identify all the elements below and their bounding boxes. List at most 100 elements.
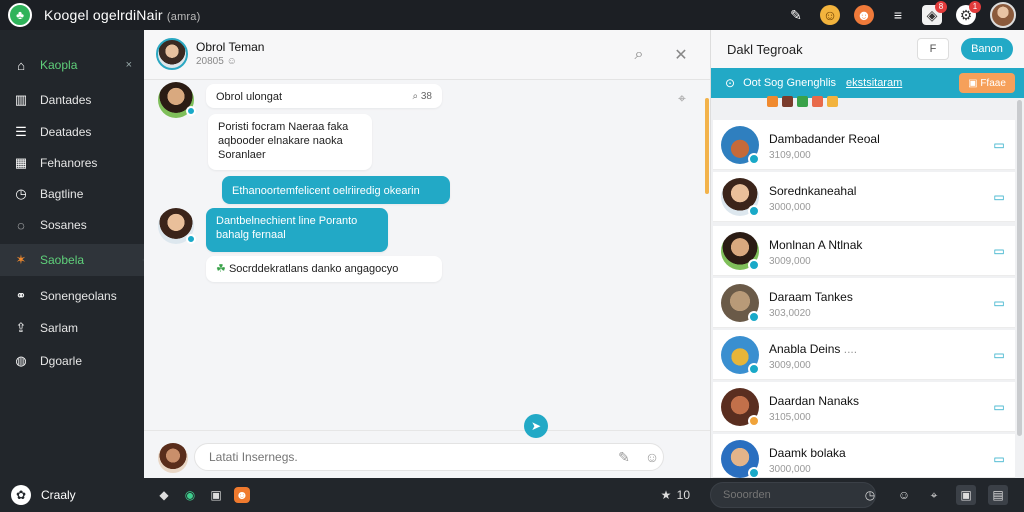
user-avatar[interactable] — [990, 2, 1016, 28]
emoji-row — [767, 96, 838, 107]
sidebar-item-label: Sosanes — [40, 218, 87, 232]
video-icon[interactable]: ▭ — [991, 244, 1007, 258]
gift-icon[interactable]: ☻ — [234, 487, 250, 503]
contact-sub: 3109,000 — [769, 150, 811, 161]
sidebar-item-calendar[interactable]: ▦ Fehanores — [0, 148, 144, 178]
online-indicator — [748, 311, 760, 323]
sticker-icon[interactable]: ◆ — [156, 487, 172, 503]
send-button[interactable]: ➤ — [524, 414, 548, 438]
message-bubble: ☘ Socrddekratlans danko angagocyo — [206, 256, 442, 282]
contact-status: 20805 ☺ — [196, 56, 237, 67]
sidebar-item-label: Fehanores — [40, 156, 98, 170]
online-indicator — [748, 205, 760, 217]
banner-text: Oot Sog Gnenghlis — [743, 77, 837, 89]
status-count: 10 — [676, 488, 690, 502]
video-icon[interactable]: ▭ — [991, 400, 1007, 414]
notification-badge: 8 — [935, 1, 947, 13]
contact-sub: 303,0020 — [769, 308, 811, 319]
contact-name: Dambadander Reoal — [769, 132, 880, 146]
location-icon[interactable]: ◉ — [182, 487, 198, 503]
close-icon[interactable]: × — [126, 59, 132, 71]
close-icon[interactable]: ✕ — [670, 44, 692, 66]
contact-name: Obrol Teman — [196, 40, 265, 54]
globe-icon: ◍ — [15, 353, 27, 368]
sidebar-item-label: Deatades — [40, 125, 92, 139]
contact-sub: 3009,000 — [769, 360, 811, 371]
emoji-picker-icon[interactable]: ☺ — [642, 447, 662, 467]
video-icon[interactable]: ▭ — [991, 348, 1007, 362]
chat-header: Obrol Teman 20805 ☺ ⌕ ✕ — [144, 30, 710, 80]
sidebar-item-label: Kaopla — [40, 58, 78, 72]
message-text: Poristi focram Naeraa faka — [218, 121, 349, 133]
emoji-icon — [782, 96, 793, 107]
sidebar-item-label: Bagtline — [40, 187, 84, 201]
message-text: bahalg fernaal — [216, 229, 286, 241]
emoji-icon: ☘ — [216, 263, 226, 275]
contact-row[interactable]: Daraam Tankes 303,0020 ▭ — [713, 278, 1015, 328]
banner-button[interactable]: ▣ Ffaae — [959, 73, 1015, 93]
sidebar-item-upload[interactable]: ⇪ Sarlam — [0, 313, 144, 343]
contact-name: Daardan Nanaks — [769, 394, 860, 408]
contact-sub: 3009,000 — [769, 256, 811, 267]
online-indicator — [748, 363, 760, 375]
emoji-happy-icon[interactable]: ☺ — [820, 5, 840, 25]
pin-icon[interactable]: ⌖ — [678, 90, 686, 107]
pen-icon[interactable]: ✎ — [786, 5, 806, 25]
scroll-accent — [705, 98, 709, 194]
sidebar-item-connections[interactable]: ⚭ Sonengeolans — [0, 281, 144, 311]
sidebar-item-messages[interactable]: ◌ Sosanes — [0, 210, 144, 240]
home-icon: ⌂ — [17, 57, 25, 73]
sidebar-bottom-item[interactable]: ✿ Craaly — [0, 478, 144, 512]
contacts-search-input[interactable] — [710, 482, 876, 508]
contacts-panel: Dakl Tegroak F Banon ⊙ Oot Sog Gnenghlis… — [710, 30, 1024, 479]
media-icon[interactable]: ▤ — [988, 485, 1008, 505]
banner-link[interactable]: ekstsitaram — [846, 77, 902, 89]
settings-icon[interactable]: ⚙ 1 — [956, 1, 981, 25]
link-icon: ⚭ — [15, 288, 27, 303]
search-icon[interactable]: ⌕ — [628, 44, 650, 66]
emoji-smile-icon[interactable]: ☻ — [854, 5, 874, 25]
filter-button[interactable]: F — [917, 38, 949, 60]
video-icon[interactable]: ▭ — [991, 138, 1007, 152]
image-icon[interactable]: ▣ — [956, 485, 976, 505]
app-title-suffix-text: amra — [170, 11, 197, 23]
online-indicator — [186, 234, 196, 244]
game-icon[interactable]: ◈ 8 — [922, 1, 947, 25]
clock-icon[interactable]: ◷ — [860, 485, 880, 505]
pin-icon[interactable]: ⌖ — [924, 485, 944, 505]
notification-badge: 1 — [969, 1, 981, 13]
contact-avatar[interactable] — [156, 38, 188, 70]
chat-icon: ◌ — [17, 217, 25, 233]
video-icon[interactable]: ▭ — [991, 452, 1007, 466]
gift-icon: ▣ — [968, 77, 978, 89]
sidebar-item-active[interactable]: ✶ Saobela — [0, 244, 150, 276]
emoji-icon — [827, 96, 838, 107]
primary-button[interactable]: Banon — [961, 38, 1013, 60]
contact-row[interactable]: Dambadander Reoal 3109,000 ▭ — [713, 120, 1015, 170]
contact-sub: 3000,000 — [769, 464, 811, 475]
contact-row[interactable]: Sorednkaneahal 3000,000 ▭ — [713, 172, 1015, 222]
scrollbar[interactable] — [1017, 100, 1022, 436]
star-count-icon: ★ — [660, 488, 672, 502]
app-title-suffix: (amra) — [166, 11, 201, 23]
contact-row[interactable]: Daardan Nanaks 3105,000 ▭ — [713, 382, 1015, 432]
contact-row[interactable]: Monlnan A Ntlnak 3009,000 ▭ — [713, 226, 1015, 276]
contact-status-text: 20805 — [196, 56, 224, 67]
emoji-icon[interactable]: ☺ — [894, 485, 914, 505]
sidebar-item-timeline[interactable]: ◷ Bagtline — [0, 179, 144, 209]
sidebar-item-label: Sarlam — [40, 321, 79, 335]
my-avatar[interactable] — [158, 443, 188, 473]
attach-icon[interactable]: ✎ — [614, 447, 634, 467]
sidebar-item-home[interactable]: ⌂ Kaopla × — [0, 50, 144, 80]
sidebar-item-details[interactable]: ☰ Deatades — [0, 117, 144, 147]
filter-icon[interactable]: ≡ — [888, 5, 908, 25]
sidebar-item-globe[interactable]: ◍ Dgoarle — [0, 346, 144, 376]
sidebar-item-dashboard[interactable]: ▥ Dantades — [0, 85, 144, 115]
app-title: Koogel ogelrdiNair (amra) — [44, 7, 201, 23]
message-input[interactable] — [194, 443, 664, 471]
image-icon[interactable]: ▣ — [208, 487, 224, 503]
video-icon[interactable]: ▭ — [991, 190, 1007, 204]
video-icon[interactable]: ▭ — [991, 296, 1007, 310]
contact-row[interactable]: Anabla Deins .... 3009,000 ▭ — [713, 330, 1015, 380]
contact-row[interactable]: Daamk bolaka 3000,000 ▭ — [713, 434, 1015, 479]
